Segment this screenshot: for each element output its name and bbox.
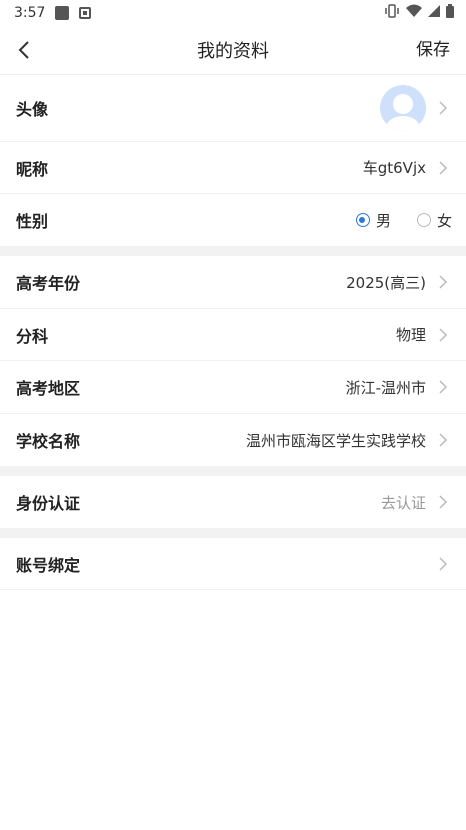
avatar-label: 头像 [16, 100, 49, 119]
chevron-right-icon [436, 495, 450, 509]
school-value: 温州市瓯海区学生实践学校 [245, 431, 426, 450]
app-notification-icon [79, 7, 92, 19]
page-title: 我的资料 [197, 41, 269, 62]
back-arrow-icon [18, 41, 29, 59]
status-bar: 3:57 [0, 0, 466, 26]
nickname-row[interactable]: 昵称 车gt6Vjx [0, 142, 466, 194]
section-divider [0, 246, 466, 256]
school-label: 学校名称 [16, 432, 81, 451]
account-binding-row[interactable]: 账号绑定 [0, 538, 466, 590]
account-binding-label: 账号绑定 [16, 555, 81, 575]
nickname-label: 昵称 [16, 159, 49, 179]
gender-option-male[interactable]: 男 [355, 210, 391, 231]
notification-icon [55, 6, 70, 20]
radio-selected-icon [355, 213, 370, 227]
exam-year-row[interactable]: 高考年份 2025(高三) [0, 256, 466, 309]
chevron-right-icon [436, 160, 450, 175]
chevron-right-icon [436, 327, 450, 342]
exam-year-value: 2025(高三) [346, 273, 426, 292]
chevron-right-icon [436, 433, 450, 447]
gender-option-label: 男 [375, 211, 391, 230]
school-row[interactable]: 学校名称 温州市瓯海区学生实践学校 [0, 414, 466, 466]
exam-region-row[interactable]: 高考地区 浙江-温州市 [0, 361, 466, 414]
battery-icon [446, 4, 454, 22]
subject-row[interactable]: 分科 物理 [0, 309, 466, 361]
identity-verify-row[interactable]: 身份认证 去认证 [0, 476, 466, 528]
back-button[interactable] [10, 36, 38, 64]
radio-empty-icon [416, 213, 431, 227]
gender-option-female[interactable]: 女 [416, 210, 452, 231]
avatar[interactable] [380, 85, 426, 131]
vibrate-icon [384, 4, 400, 22]
section-divider [0, 528, 466, 538]
chevron-right-icon [436, 380, 450, 394]
nav-bar: 我的资料 保存 [0, 26, 466, 75]
wifi-icon [406, 4, 422, 22]
exam-year-label: 高考年份 [16, 274, 81, 293]
signal-icon [428, 4, 440, 22]
gender-row: 性别 男 女 [0, 194, 466, 246]
exam-region-value: 浙江-温州市 [345, 378, 426, 397]
exam-region-label: 高考地区 [16, 379, 81, 398]
avatar-row[interactable]: 头像 [0, 75, 466, 142]
gender-option-label: 女 [436, 211, 452, 230]
subject-value: 物理 [395, 326, 426, 344]
nickname-value: 车gt6Vjx [362, 159, 426, 177]
status-time: 3:57 [14, 5, 46, 21]
identity-label: 身份认证 [16, 494, 81, 513]
section-divider [0, 466, 466, 476]
subject-label: 分科 [16, 326, 49, 346]
chevron-right-icon [436, 101, 450, 115]
gender-label: 性别 [16, 212, 49, 231]
save-button[interactable]: 保存 [416, 26, 450, 74]
identity-value: 去认证 [380, 493, 426, 512]
chevron-right-icon [436, 556, 450, 571]
chevron-right-icon [436, 275, 450, 289]
